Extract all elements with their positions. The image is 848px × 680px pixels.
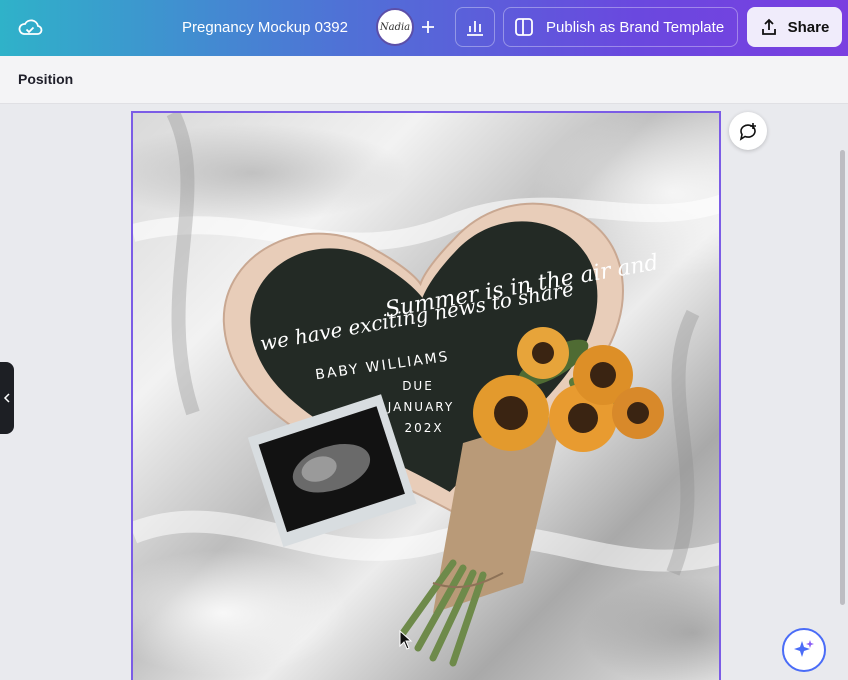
position-button[interactable]: Position [18,71,73,87]
chevron-left-icon [3,393,10,403]
share-label: Share [787,18,830,36]
letterboard-month-line: JANUARY [387,400,454,414]
document-title[interactable]: Pregnancy Mockup 0392 [165,0,365,56]
mouse-cursor-icon [399,630,413,650]
canvas-artwork: Summer is in the air and we have excitin… [133,113,719,667]
share-button[interactable]: Share [747,7,842,47]
magic-assistant-button[interactable] [782,628,826,672]
bar-chart-icon [467,21,483,36]
analytics-button[interactable] [455,7,495,47]
upload-share-icon [761,18,776,35]
plus-icon [422,21,434,33]
add-comment-button[interactable] [729,112,767,150]
template-panel-icon [515,18,533,36]
design-canvas[interactable]: Summer is in the air and we have excitin… [131,111,721,680]
letterboard-due-line: DUE [402,379,434,393]
publish-brand-template-button[interactable]: Publish as Brand Template [503,7,738,47]
avatar-text: Nadia [379,21,411,33]
context-toolbar: Position [0,56,848,104]
cloud-check-icon[interactable] [16,14,44,42]
vertical-scrollbar[interactable] [840,150,845,605]
publish-label: Publish as Brand Template [546,18,725,36]
side-panel-toggle[interactable] [0,362,14,434]
avatar[interactable]: Nadia [376,8,414,46]
sparkle-icon [794,640,814,657]
add-collaborator-button[interactable] [412,10,444,44]
letterboard-year-line: 202X [404,421,443,435]
add-comment-icon [739,123,756,141]
top-bar: Pregnancy Mockup 0392 Nadia Publish as B… [0,0,848,56]
